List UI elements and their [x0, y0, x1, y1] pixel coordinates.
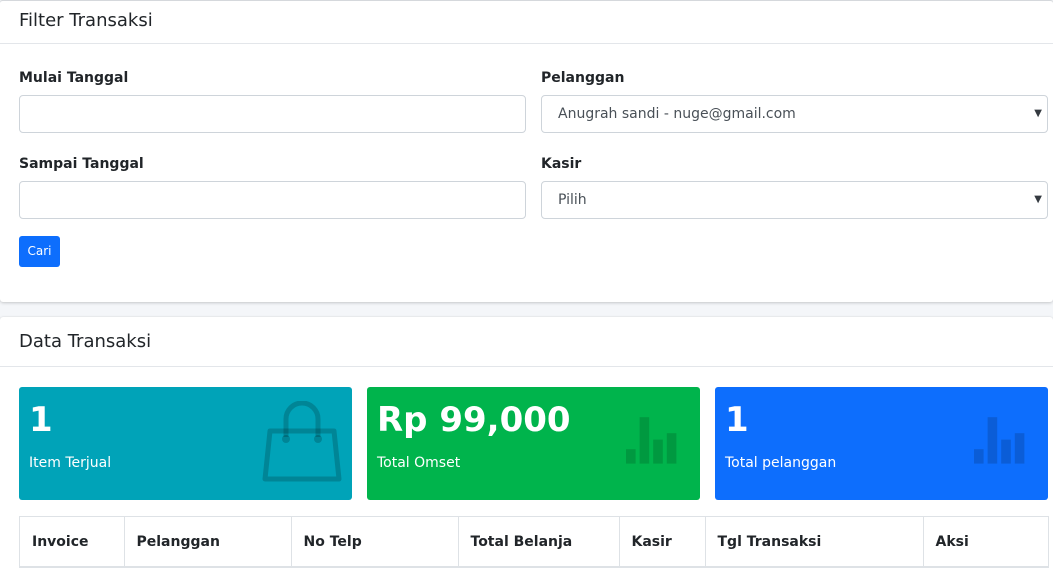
customer-selected-value: Anugrah sandi - nuge@gmail.com [558, 106, 796, 122]
bar-chart-icon [626, 417, 677, 464]
start-date-label: Mulai Tanggal [19, 70, 129, 86]
customer-group: Pelanggan Anugrah sandi - nuge@gmail.com… [541, 68, 1048, 133]
stat-value: 1 [725, 400, 749, 440]
stat-box-items-sold: 1 Item Terjual [19, 387, 352, 500]
filter-title: Filter Transaksi [19, 10, 153, 31]
data-title: Data Transaksi [19, 331, 152, 352]
stat-label: Item Terjual [29, 455, 112, 471]
customer-label: Pelanggan [541, 70, 625, 86]
stat-label: Total Omset [377, 455, 461, 471]
customer-select[interactable]: Anugrah sandi - nuge@gmail.com ▼ [541, 95, 1048, 133]
stat-box-total-customers: 1 Total pelanggan [715, 387, 1048, 500]
stat-value: Rp 99,000 [377, 400, 571, 440]
end-date-input[interactable] [19, 181, 526, 219]
cashier-group: Kasir Pilih ▼ [541, 154, 1048, 219]
column-header-action: Aksi [923, 517, 1048, 568]
start-date-input[interactable] [19, 95, 526, 133]
column-header-customer: Pelanggan [124, 517, 292, 568]
column-header-phone: No Telp [291, 517, 459, 568]
bar-chart-icon [974, 417, 1025, 464]
data-card: Data Transaksi 1 Item Terjual Rp 99,000 … [0, 317, 1053, 571]
filter-card-header: Filter Transaksi [0, 1, 1053, 44]
cashier-select[interactable]: Pilih ▼ [541, 181, 1048, 219]
column-header-invoice: Invoice [20, 517, 125, 568]
column-header-cashier: Kasir [619, 517, 706, 568]
table-header-row: Invoice Pelanggan No Telp Total Belanja … [20, 517, 1048, 568]
transactions-table: Invoice Pelanggan No Telp Total Belanja … [19, 516, 1049, 568]
column-header-date: Tgl Transaksi [705, 517, 924, 568]
cashier-label: Kasir [541, 156, 582, 172]
end-date-group: Sampai Tanggal [19, 154, 526, 219]
end-date-label: Sampai Tanggal [19, 156, 144, 172]
stat-box-total-revenue: Rp 99,000 Total Omset [367, 387, 700, 500]
column-header-total: Total Belanja [458, 517, 620, 568]
cashier-selected-value: Pilih [558, 192, 587, 208]
search-button[interactable]: Cari [19, 236, 60, 267]
caret-down-icon: ▼ [1034, 194, 1042, 205]
data-card-header: Data Transaksi [0, 317, 1053, 367]
stat-value: 1 [29, 400, 53, 440]
shopping-bag-icon [262, 401, 342, 482]
filter-card: Filter Transaksi Mulai Tanggal Pelanggan… [0, 0, 1053, 302]
start-date-group: Mulai Tanggal [19, 68, 526, 133]
caret-down-icon: ▼ [1034, 108, 1042, 119]
stat-label: Total pelanggan [725, 455, 837, 471]
